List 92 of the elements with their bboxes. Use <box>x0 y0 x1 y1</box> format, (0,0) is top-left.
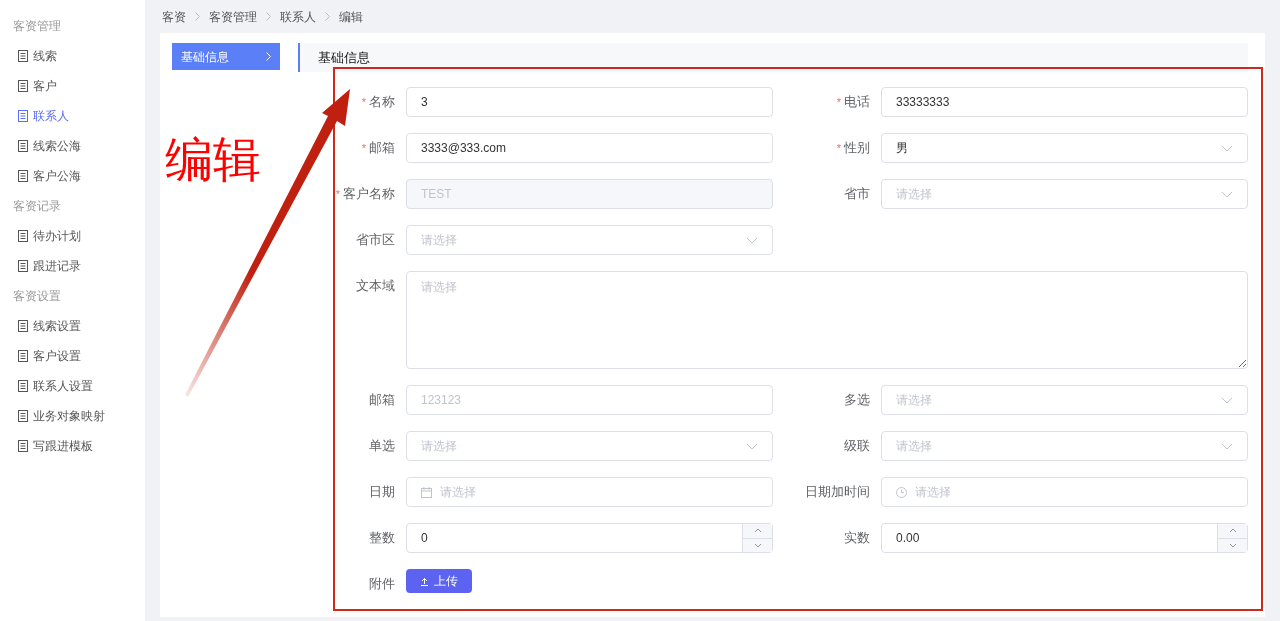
input-field[interactable]: 3333@333.com <box>406 133 773 163</box>
number-value: 0.00 <box>895 530 921 547</box>
sidebar-item[interactable]: 联系人 <box>0 101 145 131</box>
chevron-down-icon <box>1228 542 1237 548</box>
select-placeholder: 请选择 <box>896 438 932 455</box>
date-placeholder: 请选择 <box>915 484 951 501</box>
field-label: 多选 <box>844 391 870 410</box>
field-label: 实数 <box>844 529 870 548</box>
field-label: 文本域 <box>356 277 395 296</box>
date-placeholder: 请选择 <box>440 484 476 501</box>
sidebar-item[interactable]: 线索设置 <box>0 311 145 341</box>
document-icon <box>18 80 28 92</box>
sidebar-item[interactable]: 联系人设置 <box>0 371 145 401</box>
textarea-field[interactable]: 请选择 <box>406 271 1248 369</box>
field-label: 省市区 <box>356 231 395 250</box>
document-icon <box>18 440 28 452</box>
sidebar-item[interactable]: 业务对象映射 <box>0 401 145 431</box>
number-value: 0 <box>420 530 429 547</box>
field-label: 性别 <box>844 139 870 158</box>
chevron-down-icon <box>1221 442 1233 450</box>
chevron-down-icon <box>746 236 758 244</box>
chevron-right-icon <box>266 12 271 21</box>
document-icon <box>18 320 28 332</box>
sidebar-item[interactable]: 线索公海 <box>0 131 145 161</box>
breadcrumb-item: 编辑 <box>339 8 363 26</box>
sidebar-item[interactable]: 客户设置 <box>0 341 145 371</box>
input-field[interactable]: 123123 <box>406 385 773 415</box>
field-label: 单选 <box>369 437 395 456</box>
sidebar-group-title: 客资管理 <box>12 18 62 35</box>
breadcrumb-item[interactable]: 客资 <box>162 7 186 26</box>
number-field[interactable]: 0 <box>406 523 773 553</box>
clock-icon <box>896 486 907 498</box>
chevron-down-icon <box>1221 396 1233 404</box>
select-field[interactable]: 男 <box>881 133 1248 163</box>
field-label: 整数 <box>369 529 395 548</box>
field-label: 省市 <box>844 185 870 204</box>
calendar-icon <box>421 486 432 498</box>
sidebar-item[interactable]: 客户公海 <box>0 161 145 191</box>
field-label: 邮箱 <box>369 391 395 410</box>
field-label: 邮箱 <box>369 139 395 158</box>
field-label: 级联 <box>844 437 870 456</box>
chevron-down-icon <box>753 542 762 548</box>
chevron-up-icon <box>1228 528 1237 534</box>
chevron-down-icon <box>1221 190 1233 198</box>
sidebar-item[interactable]: 写跟进模板 <box>0 431 145 461</box>
breadcrumb-item[interactable]: 客资管理 <box>209 7 257 26</box>
annotation-label: 编辑 <box>165 132 261 188</box>
field-label: 名称 <box>369 93 395 112</box>
section-tab[interactable]: 基础信息 <box>172 43 280 70</box>
field-label: 日期加时间 <box>805 483 870 502</box>
required-mark: * <box>361 140 366 156</box>
field-label: 附件 <box>369 575 395 594</box>
input-field[interactable]: 33333333 <box>881 87 1248 117</box>
document-icon <box>18 380 28 392</box>
chevron-right-icon <box>325 12 330 21</box>
select-value: 男 <box>896 140 908 157</box>
sidebar-group-title: 客资记录 <box>12 198 62 215</box>
sidebar-item[interactable]: 线索 <box>0 41 145 71</box>
section-header: 基础信息 <box>298 43 1248 72</box>
breadcrumb-item[interactable]: 联系人 <box>280 7 316 26</box>
field-label: 电话 <box>844 93 870 112</box>
sidebar-item[interactable]: 待办计划 <box>0 221 145 251</box>
document-icon <box>18 50 28 62</box>
input-field[interactable]: 3 <box>406 87 773 117</box>
field-label: 日期 <box>369 483 395 502</box>
number-field[interactable]: 0.00 <box>881 523 1248 553</box>
required-mark: * <box>361 94 366 110</box>
document-icon <box>18 410 28 422</box>
field-label: 客户名称 <box>343 185 395 204</box>
document-icon <box>18 230 28 242</box>
chevron-down-icon <box>746 442 758 450</box>
upload-icon <box>420 576 429 586</box>
required-mark: * <box>335 186 340 202</box>
select-placeholder: 请选择 <box>896 186 932 203</box>
chevron-right-icon <box>266 52 271 61</box>
document-icon <box>18 260 28 272</box>
document-icon <box>18 350 28 362</box>
select-placeholder: 请选择 <box>896 392 932 409</box>
upload-button[interactable]: 上传 <box>406 569 472 593</box>
chevron-right-icon <box>195 12 200 21</box>
sidebar-item[interactable]: 跟进记录 <box>0 251 145 281</box>
required-mark: * <box>836 140 841 156</box>
sidebar-group-title: 客资设置 <box>12 288 62 305</box>
document-icon <box>18 110 28 122</box>
sidebar-item[interactable]: 客户 <box>0 71 145 101</box>
document-icon <box>18 170 28 182</box>
select-placeholder: 请选择 <box>421 232 457 249</box>
chevron-down-icon <box>1221 144 1233 152</box>
chevron-up-icon <box>753 528 762 534</box>
required-mark: * <box>836 94 841 110</box>
document-icon <box>18 140 28 152</box>
select-placeholder: 请选择 <box>421 438 457 455</box>
